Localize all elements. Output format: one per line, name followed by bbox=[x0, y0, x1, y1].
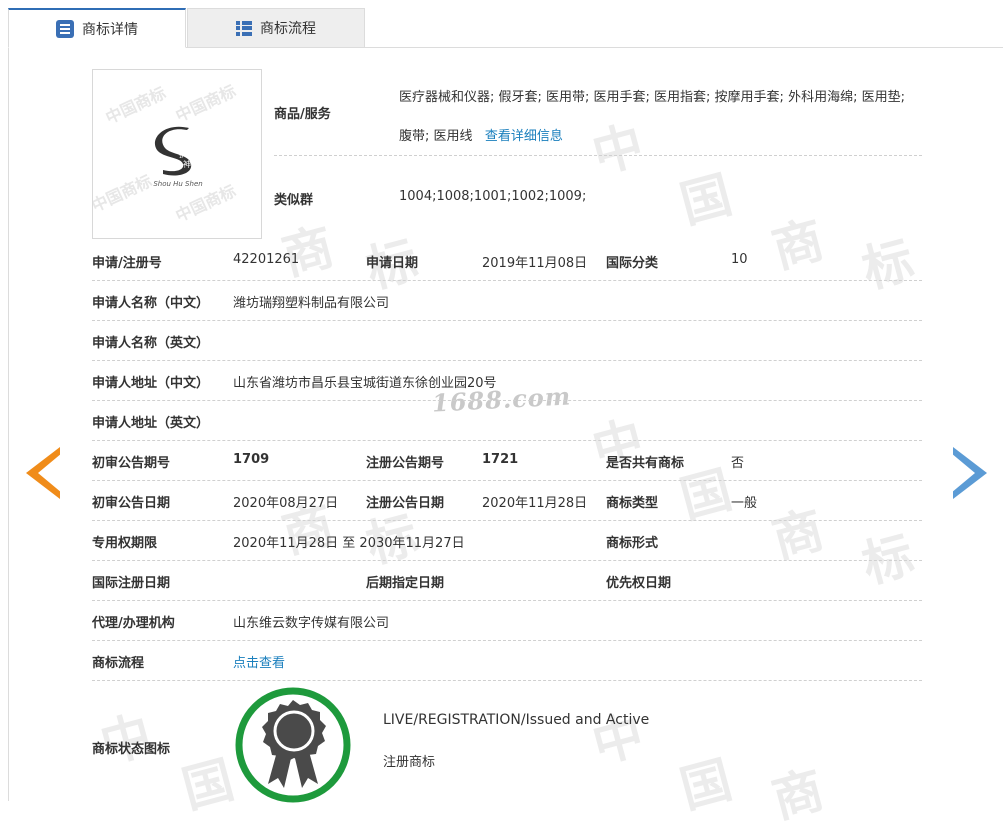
shared-label: 是否共有商标 bbox=[606, 456, 685, 471]
svg-text:手: 手 bbox=[172, 136, 182, 149]
trademark-image: 中国商标 中国商标 中国商标 中国商标 手 护 神 Shou Hu Shen bbox=[92, 69, 262, 239]
logo-watermark: 中国商标 bbox=[172, 81, 239, 126]
tab-label: 商标详情 bbox=[82, 21, 138, 38]
apply-date-label: 申请日期 bbox=[366, 256, 419, 271]
tab-trademark-details[interactable]: 商标详情 bbox=[8, 8, 186, 48]
applicant-cn-label: 申请人名称（中文） bbox=[92, 296, 210, 311]
tm-type-value: 一般 bbox=[731, 496, 758, 511]
address-cn-value: 山东省潍坊市昌乐县宝城街道东徐创业园20号 bbox=[233, 376, 497, 391]
divider bbox=[92, 480, 922, 481]
previous-arrow-icon[interactable] bbox=[26, 447, 62, 499]
reg-date-value: 2020年11月28日 bbox=[482, 496, 588, 511]
shared-value: 否 bbox=[731, 456, 745, 471]
divider bbox=[274, 155, 922, 156]
logo-watermark: 中国商标 bbox=[92, 171, 155, 216]
trademark-logo-mark: 手 护 神 bbox=[154, 126, 192, 176]
prelim-issue-label: 初审公告期号 bbox=[92, 456, 171, 471]
grid-icon bbox=[236, 20, 252, 36]
later-date-label: 后期指定日期 bbox=[366, 576, 445, 591]
logo-watermark: 中国商标 bbox=[102, 83, 169, 128]
tm-type-label: 商标类型 bbox=[606, 496, 659, 511]
exclusive-label: 专用权期限 bbox=[92, 536, 158, 551]
svg-text:神: 神 bbox=[183, 159, 191, 169]
address-en-label: 申请人地址（英文） bbox=[92, 416, 210, 431]
logo-caption: Shou Hu Shen bbox=[153, 180, 203, 188]
agent-value: 山东维云数字传媒有限公司 bbox=[233, 616, 390, 631]
divider bbox=[92, 680, 922, 681]
status-icon-label: 商标状态图标 bbox=[92, 742, 171, 757]
divider bbox=[92, 400, 922, 401]
prelim-date-label: 初审公告日期 bbox=[92, 496, 171, 511]
divider bbox=[92, 640, 922, 641]
agent-label: 代理/办理机构 bbox=[92, 616, 175, 631]
tm-form-label: 商标形式 bbox=[606, 536, 659, 551]
goods-services-label: 商品/服务 bbox=[274, 107, 331, 122]
svg-text:护: 护 bbox=[179, 149, 187, 159]
divider bbox=[92, 560, 922, 561]
reg-no-value: 42201261 bbox=[233, 252, 300, 267]
reg-issue-label: 注册公告期号 bbox=[366, 456, 445, 471]
address-cn-label: 申请人地址（中文） bbox=[92, 376, 210, 391]
intl-reg-date-label: 国际注册日期 bbox=[92, 576, 171, 591]
prelim-issue-value: 1709 bbox=[233, 452, 270, 467]
status-chinese: 注册商标 bbox=[383, 755, 436, 770]
view-details-link[interactable]: 查看详细信息 bbox=[485, 129, 563, 144]
intl-class-value: 10 bbox=[731, 252, 748, 267]
reg-date-label: 注册公告日期 bbox=[366, 496, 445, 511]
tab-trademark-process[interactable]: 商标流程 bbox=[187, 8, 365, 48]
divider bbox=[92, 440, 922, 441]
reg-no-label: 申请/注册号 bbox=[92, 256, 162, 271]
tab-label: 商标流程 bbox=[260, 21, 316, 37]
divider bbox=[92, 320, 922, 321]
process-view-link[interactable]: 点击查看 bbox=[233, 652, 285, 671]
reg-issue-value: 1721 bbox=[482, 452, 519, 467]
next-arrow-icon[interactable] bbox=[951, 447, 987, 499]
applicant-en-label: 申请人名称（英文） bbox=[92, 336, 210, 351]
goods-services-value: 医疗器械和仪器; 假牙套; 医用带; 医用手套; 医用指套; 按摩用手套; 外科… bbox=[399, 78, 922, 156]
list-icon bbox=[56, 19, 74, 38]
similar-group-value: 1004;1008;1001;1002;1009; bbox=[399, 189, 587, 204]
divider bbox=[92, 520, 922, 521]
process-label: 商标流程 bbox=[92, 656, 145, 671]
divider bbox=[92, 360, 922, 361]
registered-status-icon bbox=[235, 687, 351, 803]
tab-bar: 商标详情 商标流程 bbox=[0, 0, 1003, 48]
similar-group-label: 类似群 bbox=[274, 193, 314, 208]
divider bbox=[92, 280, 922, 281]
prelim-date-value: 2020年08月27日 bbox=[233, 496, 339, 511]
divider bbox=[92, 600, 922, 601]
apply-date-value: 2019年11月08日 bbox=[482, 256, 588, 271]
status-english: LIVE/REGISTRATION/Issued and Active bbox=[383, 712, 650, 728]
intl-class-label: 国际分类 bbox=[606, 256, 659, 271]
applicant-cn-value: 潍坊瑞翔塑料制品有限公司 bbox=[233, 296, 390, 311]
exclusive-value: 2020年11月28日 至 2030年11月27日 bbox=[233, 536, 465, 551]
priority-date-label: 优先权日期 bbox=[606, 576, 672, 591]
goods-services-text: 医疗器械和仪器; 假牙套; 医用带; 医用手套; 医用指套; 按摩用手套; 外科… bbox=[399, 90, 905, 144]
